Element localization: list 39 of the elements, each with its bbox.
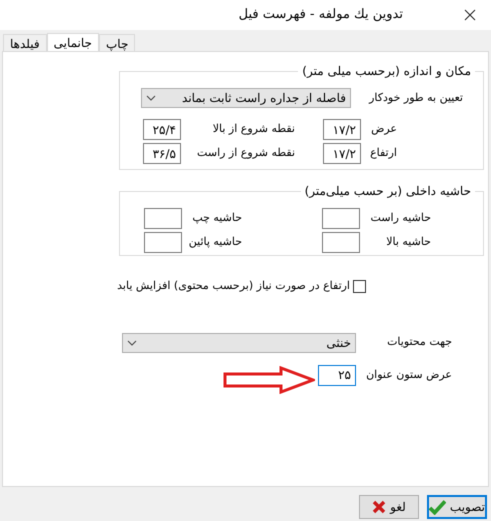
field-label: ارتفاع در صورت نياز (برحسب محتوی) افزايش يابد (117, 278, 350, 294)
checkmark-icon (429, 499, 446, 515)
dropdown-value: خنثی (326, 334, 351, 352)
input-field[interactable]: ۲۵/۴ (143, 119, 181, 140)
input-field[interactable] (322, 232, 360, 253)
chevron-down-icon (127, 340, 137, 346)
checkbox[interactable] (353, 280, 366, 293)
field-label: حاشيه چپ (191, 210, 242, 226)
dialog-button[interactable]: لغو (359, 495, 419, 519)
x-mark-icon (372, 500, 386, 514)
input-field[interactable] (144, 208, 182, 229)
field-label: نقطه شروع از راست (196, 145, 295, 162)
group-title: مكان و اندازه (برحسب ميلی متر) (301, 63, 472, 80)
input-field[interactable]: ۲۵ (318, 364, 356, 386)
field-label: حاشيه راست (370, 210, 431, 226)
tab[interactable]: جانمایی (46, 33, 99, 52)
dropdown[interactable]: خنثی (122, 332, 356, 352)
input-field[interactable]: ۱۷/۲ (323, 119, 361, 140)
dialog-button[interactable]: تصويب (427, 495, 487, 519)
tab[interactable]: فیلدها (3, 34, 47, 51)
field-label: ارتفاع (369, 145, 397, 162)
input-field[interactable] (322, 208, 360, 229)
input-field[interactable]: ۱۷/۲ (323, 143, 361, 164)
tab[interactable]: چاپ (98, 34, 136, 51)
field-label: عرض (370, 121, 397, 138)
dropdown-value: فاصله از جداره راست ثابت بماند (182, 90, 346, 107)
field-label: عرض ستون عنوان (365, 366, 452, 383)
field-label: جهت محتويات (386, 334, 452, 350)
chevron-down-icon (146, 95, 156, 101)
field-label: تعيين به طور خودكار (368, 90, 463, 106)
field-label: نقطه شروع از بالا (212, 121, 295, 138)
input-field[interactable] (144, 232, 182, 253)
group-title: حاشيه داخلی (بر حسب ميلی‌متر) (304, 183, 472, 200)
field-label: حاشيه پائين (188, 234, 242, 250)
close-icon (464, 9, 476, 21)
input-field[interactable]: ۳۶/۵ (143, 143, 181, 164)
window-title: تدوين يك مولفه - فهرست فيل (238, 6, 403, 24)
dropdown[interactable]: فاصله از جداره راست ثابت بماند (141, 88, 351, 108)
field-label: حاشيه بالا (385, 234, 431, 250)
